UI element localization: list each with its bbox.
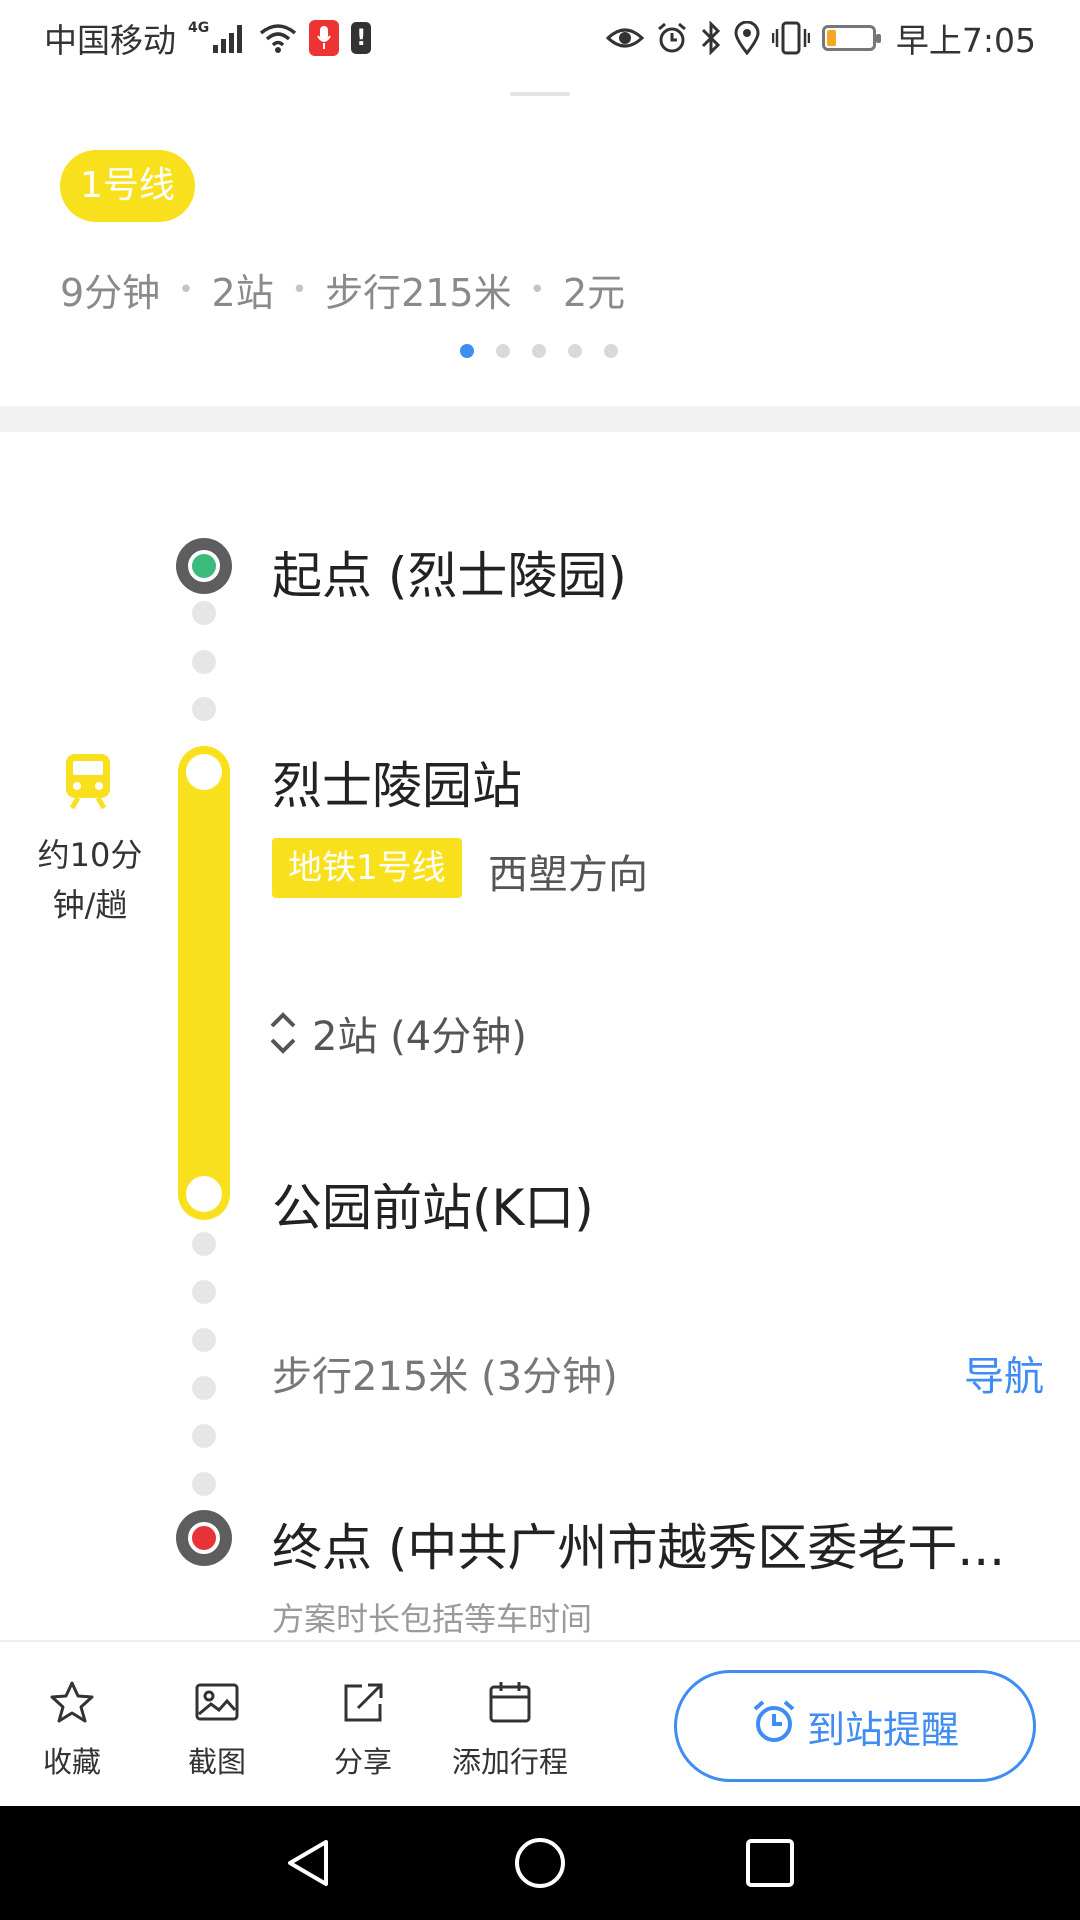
start-node-center: [188, 550, 220, 582]
walk-dot: [192, 1328, 216, 1352]
summary-fare: 2元: [562, 271, 626, 315]
battery-icon: [821, 25, 881, 51]
arrival-reminder-button[interactable]: 到站提醒: [674, 1670, 1036, 1782]
calendar-icon: [487, 1680, 533, 1731]
vibrate-icon: [771, 18, 810, 58]
end-node-center: [188, 1522, 220, 1554]
expand-chevron-icon: [268, 1010, 298, 1056]
navigation-link[interactable]: 导航: [964, 1344, 1044, 1402]
start-point[interactable]: 起点 (烈士陵园): [272, 536, 627, 608]
stops-info: 2站 (4分钟): [312, 1014, 527, 1060]
home-icon[interactable]: [513, 1836, 567, 1890]
share-button[interactable]: 分享: [303, 1680, 423, 1781]
battery-level: [826, 30, 836, 46]
share-label: 分享: [333, 1745, 392, 1779]
screenshot-label: 截图: [187, 1745, 246, 1779]
status-left: 中国移动 4G !: [44, 14, 372, 62]
section-divider: [0, 406, 1080, 432]
walk-dot: [192, 1472, 216, 1496]
duration-note: 方案时长包括等车时间: [272, 1600, 593, 1638]
back-icon[interactable]: [282, 1836, 336, 1890]
summary-stops: 2站: [211, 271, 274, 315]
eye-icon: [605, 18, 644, 58]
start-node: [176, 538, 232, 594]
walk-dot: [192, 601, 216, 625]
line-badge: 1号线: [60, 150, 195, 222]
departure-frequency: 约10分 钟/趟: [30, 830, 150, 930]
walk-dot: [192, 1232, 216, 1256]
summary-duration: 9分钟: [60, 271, 161, 315]
wifi-icon: [259, 18, 297, 58]
frequency-line-2: 钟/趟: [52, 886, 128, 924]
board-station-node: [186, 754, 222, 790]
status-right: 早上7:05: [605, 14, 1036, 62]
alarm-icon: [751, 1699, 797, 1754]
walk-dot: [192, 1424, 216, 1448]
end-node: [176, 1510, 232, 1566]
alight-station[interactable]: 公园前站(K口): [272, 1168, 594, 1240]
route-summary: 9分钟 • 2站 • 步行215米 • 2元: [60, 262, 625, 317]
page-dot[interactable]: [496, 344, 510, 358]
page-dot[interactable]: [604, 344, 618, 358]
direction-label: 西塱方向: [488, 852, 648, 898]
share-icon: [340, 1680, 386, 1731]
alarm-clock-icon: [656, 18, 688, 58]
subway-line-tag: 地铁1号线: [272, 838, 462, 898]
page-dot[interactable]: [460, 344, 474, 358]
separator-dot: •: [178, 274, 194, 305]
star-icon: [49, 1680, 95, 1731]
separator-dot: •: [291, 274, 308, 305]
walk-dot: [192, 1280, 216, 1304]
signal-icon: [213, 18, 247, 58]
add-trip-label: 添加行程: [451, 1745, 568, 1779]
screenshot-button[interactable]: 截图: [157, 1680, 277, 1781]
end-point[interactable]: 终点 (中共广州市越秀区委老干...: [272, 1508, 1048, 1580]
drag-handle[interactable]: [510, 92, 570, 96]
page-indicator[interactable]: [460, 344, 618, 358]
bluetooth-icon: [700, 18, 722, 58]
system-navigation-bar: [0, 1806, 1080, 1920]
subway-line-segment: [178, 746, 230, 1220]
status-bar: 中国移动 4G ! 早上7:05: [0, 0, 1080, 76]
clock-time: 早上7:05: [895, 21, 1036, 60]
frequency-line-1: 约10分: [37, 836, 143, 874]
arrival-reminder-label: 到站提醒: [806, 1707, 959, 1752]
microphone-icon: [309, 20, 340, 56]
action-bar: 收藏 截图 分享 添加行程 到站提醒: [0, 1640, 1080, 1808]
board-station[interactable]: 烈士陵园站: [272, 746, 522, 818]
alert-icon: !: [351, 22, 372, 54]
walk-dot: [192, 1376, 216, 1400]
page-dot[interactable]: [532, 344, 546, 358]
alight-station-node: [186, 1176, 222, 1212]
train-icon: [62, 752, 114, 814]
walk-dot: [192, 650, 216, 674]
page-dot[interactable]: [568, 344, 582, 358]
favorite-button[interactable]: 收藏: [12, 1680, 132, 1781]
add-trip-button[interactable]: 添加行程: [450, 1680, 570, 1781]
summary-walk: 步行215米: [325, 271, 512, 315]
image-icon: [194, 1680, 240, 1731]
recents-icon[interactable]: [743, 1836, 797, 1890]
carrier-name: 中国移动: [44, 21, 176, 60]
walk-info: 步行215米 (3分钟): [272, 1354, 618, 1400]
location-icon: [734, 18, 760, 58]
intermediate-stops-toggle[interactable]: 2站 (4分钟): [268, 1004, 527, 1062]
walk-dot: [192, 697, 216, 721]
network-type: 4G: [188, 20, 210, 36]
separator-dot: •: [529, 274, 545, 305]
favorite-label: 收藏: [42, 1745, 101, 1779]
